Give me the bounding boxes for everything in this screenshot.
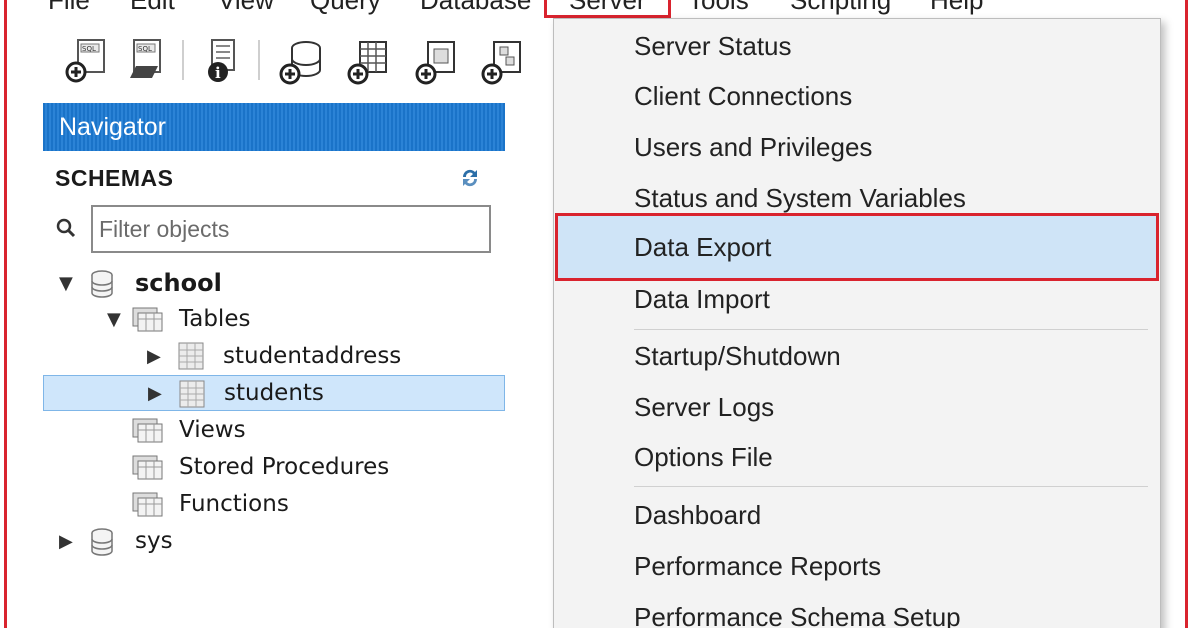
schemas-label: SCHEMAS [55, 164, 174, 191]
new-sql-tab-icon[interactable]: SQL [64, 36, 110, 86]
menu-item-server-logs[interactable]: Server Logs [554, 384, 1160, 430]
tree-label-students: students [224, 380, 324, 406]
open-sql-script-icon[interactable]: SQL [126, 36, 172, 86]
schema-label-sys: sys [135, 528, 173, 554]
menu-query[interactable]: Query [310, 0, 381, 18]
search-icon [56, 218, 76, 238]
table-icon [178, 342, 204, 370]
menu-server[interactable]: Server [544, 0, 671, 18]
svg-text:SQL: SQL [138, 45, 152, 53]
menu-tools[interactable]: Tools [688, 0, 749, 18]
filter-row [53, 205, 493, 253]
expanded-arrow-icon[interactable]: ▼ [59, 273, 73, 294]
menu-item-server-status[interactable]: Server Status [554, 23, 1160, 69]
tree-node-sys[interactable]: ▶ sys [43, 523, 505, 559]
schemas-header: SCHEMAS [55, 161, 483, 195]
folder-icon [132, 307, 163, 332]
menu-separator [634, 329, 1148, 330]
tree-label-studentaddress: studentaddress [223, 343, 402, 369]
tree-node-views[interactable]: Views [43, 412, 505, 448]
schema-info-icon[interactable]: i [200, 36, 246, 86]
menu-item-performance-schema-setup[interactable]: Performance Schema Setup [554, 594, 1160, 628]
menu-item-performance-reports[interactable]: Performance Reports [554, 543, 1160, 589]
menu-item-client-connections[interactable]: Client Connections [554, 73, 1160, 119]
refresh-icon[interactable] [457, 165, 483, 191]
collapsed-arrow-icon[interactable]: ▶ [147, 346, 161, 367]
tree-node-stored-procedures[interactable]: Stored Procedures [43, 449, 505, 485]
tree-label-views: Views [179, 417, 246, 443]
menu-item-data-import[interactable]: Data Import [554, 276, 1160, 322]
menu-item-data-export[interactable]: Data Export [555, 213, 1159, 281]
create-schema-icon[interactable] [278, 36, 324, 86]
svg-text:i: i [215, 64, 221, 82]
menu-item-options-file[interactable]: Options File [554, 434, 1160, 480]
menu-separator [634, 486, 1148, 487]
menubar: File Edit View Query Database Server Too… [0, 0, 1196, 18]
table-icon [179, 380, 205, 408]
menu-file[interactable]: File [48, 0, 90, 18]
menu-item-users-and-privileges[interactable]: Users and Privileges [554, 124, 1160, 170]
menu-scripting[interactable]: Scripting [790, 0, 891, 18]
collapsed-arrow-icon[interactable]: ▶ [148, 383, 162, 404]
database-icon [91, 528, 113, 556]
menu-database[interactable]: Database [420, 0, 531, 18]
tree-label-tables: Tables [179, 306, 251, 332]
menu-item-startup-shutdown[interactable]: Startup/Shutdown [554, 333, 1160, 379]
menu-help[interactable]: Help [930, 0, 983, 18]
navigator-header: Navigator [43, 103, 505, 151]
create-table-icon[interactable] [344, 36, 390, 86]
toolbar: SQL SQL i [30, 28, 560, 92]
menu-edit[interactable]: Edit [130, 0, 175, 18]
svg-text:SQL: SQL [82, 45, 96, 53]
tree-node-studentaddress[interactable]: ▶ studentaddress [43, 338, 505, 374]
tree-node-functions[interactable]: Functions [43, 486, 505, 522]
folder-icon [132, 492, 163, 517]
tree-node-students[interactable]: ▶ students [43, 375, 505, 411]
tree-node-school[interactable]: ▼ school [43, 265, 505, 301]
create-view-icon[interactable] [412, 36, 458, 86]
database-icon [91, 270, 113, 298]
toolbar-separator [258, 40, 260, 80]
collapsed-arrow-icon[interactable]: ▶ [59, 531, 73, 552]
create-procedure-icon[interactable] [478, 36, 524, 86]
folder-icon [132, 418, 163, 443]
filter-objects-input[interactable] [91, 205, 491, 253]
menu-item-dashboard[interactable]: Dashboard [554, 492, 1160, 538]
schema-label-school: school [135, 269, 222, 297]
navigator-panel: Navigator SCHEMAS ▼ school ▼ Table [43, 103, 505, 628]
expanded-arrow-icon[interactable]: ▼ [107, 309, 121, 330]
folder-icon [132, 455, 163, 480]
menu-view[interactable]: View [218, 0, 274, 18]
tree-node-tables[interactable]: ▼ Tables [43, 301, 505, 337]
server-dropdown-menu: Server Status Client Connections Users a… [553, 18, 1161, 628]
tree-label-stored-procedures: Stored Procedures [179, 454, 390, 480]
tree-label-functions: Functions [179, 491, 289, 517]
toolbar-separator [182, 40, 184, 80]
